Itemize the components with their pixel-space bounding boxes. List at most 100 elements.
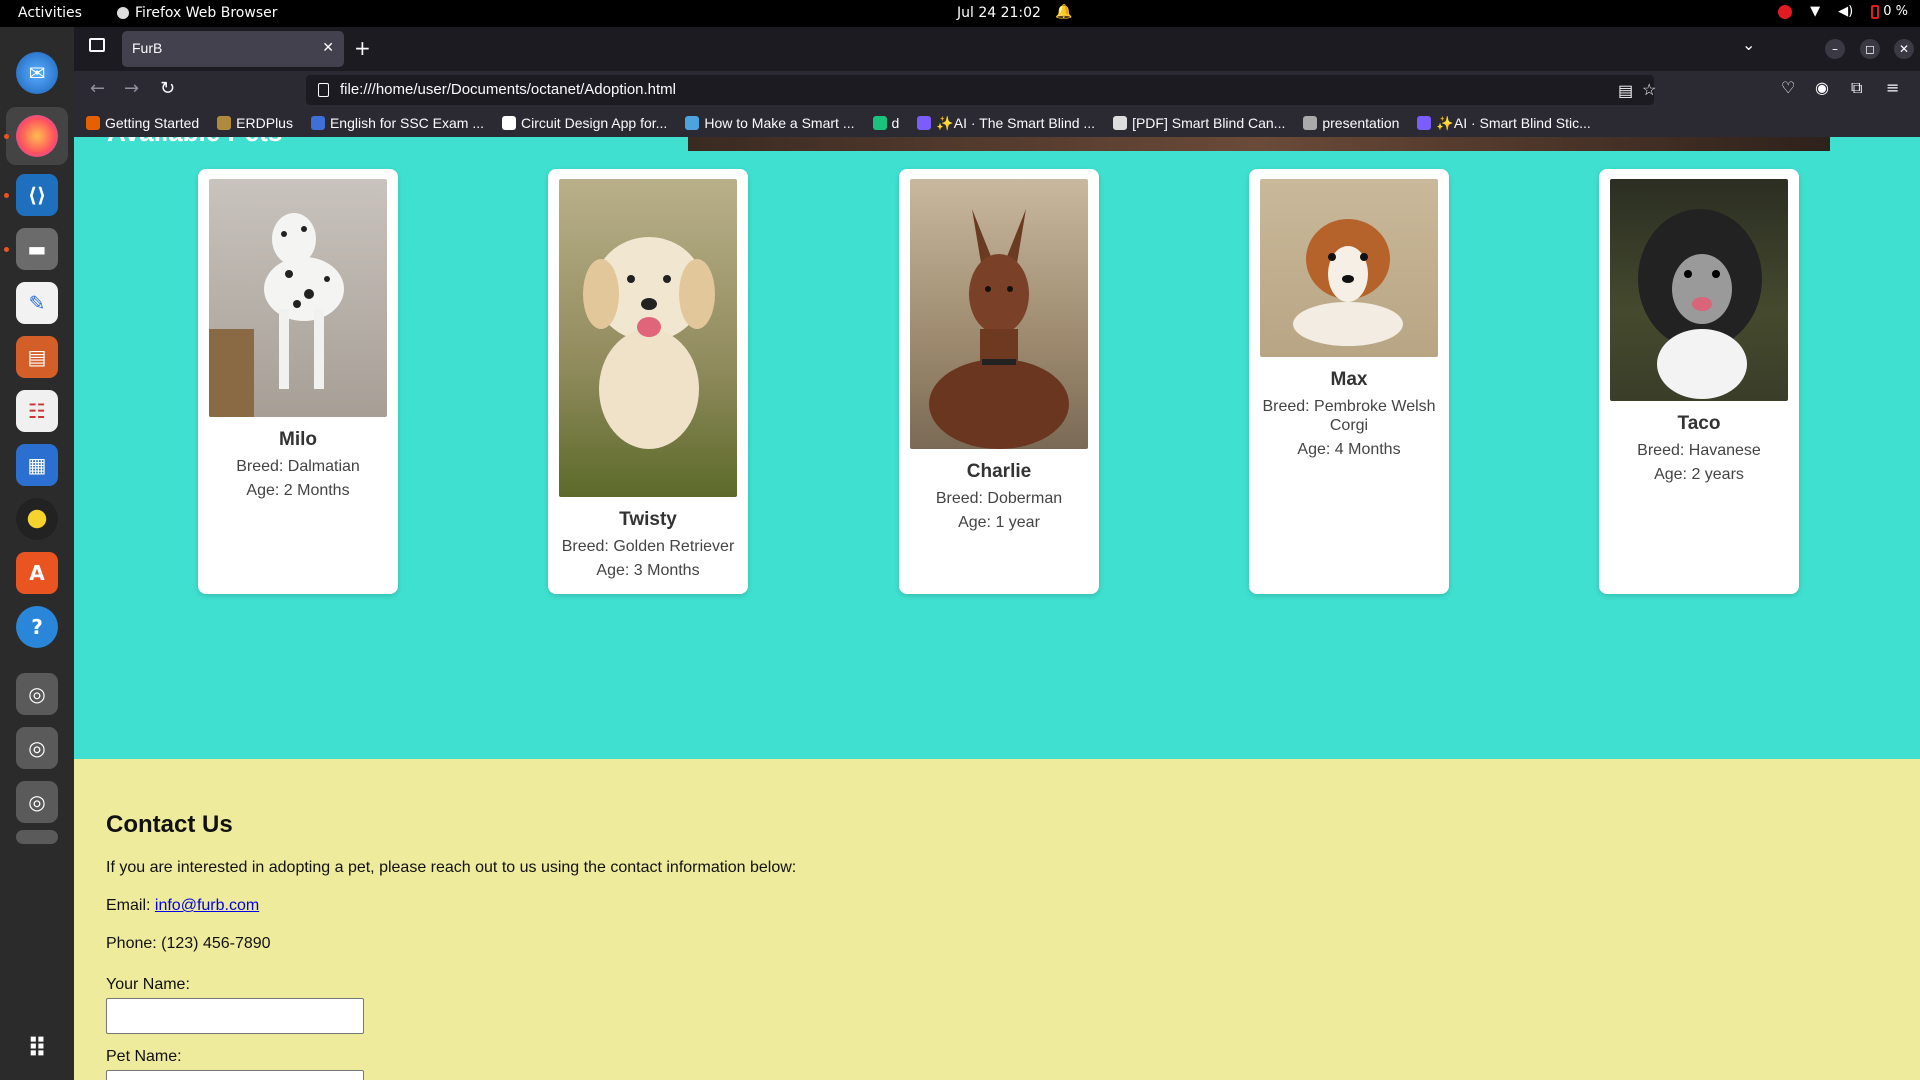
vscode-launcher[interactable]: ⟨⟩: [13, 171, 61, 219]
folder-icon: ▬: [16, 228, 58, 270]
hero-image-bottom: [688, 137, 1830, 151]
bookmark-star-icon[interactable]: ☆: [1642, 80, 1656, 100]
pet-age: Age: 4 Months: [1297, 441, 1401, 458]
extensions-icon[interactable]: ⧉: [1851, 78, 1862, 98]
list-tabs-chevron-icon[interactable]: ⌄: [1742, 35, 1755, 54]
help-icon: ?: [16, 606, 58, 648]
bookmark-favicon-icon: [310, 116, 325, 130]
pet-age: Age: 2 Months: [246, 482, 350, 499]
disk-icon: [16, 830, 58, 844]
url-bar[interactable]: file:///home/user/Documents/octanet/Adop…: [306, 75, 1656, 105]
pet-age: Age: 1 year: [958, 514, 1040, 531]
pet-age: Age: 3 Months: [596, 562, 700, 579]
app-center-launcher[interactable]: A: [13, 549, 61, 597]
writer-launcher[interactable]: ▦: [13, 441, 61, 489]
bookmark-item[interactable]: [PDF] Smart Blind Can...: [1113, 115, 1285, 131]
contact-section: Contact Us If you are interested in adop…: [74, 759, 1920, 1080]
bookmark-item[interactable]: d: [872, 115, 899, 131]
pet-name-label: Pet Name:: [106, 1048, 182, 1065]
disk-icon: ◎: [16, 727, 58, 769]
bookmark-item[interactable]: ✨AI · The Smart Blind ...: [917, 115, 1095, 132]
bookmark-favicon-icon: [1303, 116, 1318, 130]
disk-launcher-4[interactable]: [13, 827, 61, 847]
account-icon[interactable]: ◉: [1815, 78, 1829, 97]
email-link[interactable]: info@furb.com: [155, 897, 259, 914]
rhythmbox-launcher[interactable]: [13, 495, 61, 543]
firefox-launcher[interactable]: [6, 107, 68, 165]
menu-icon[interactable]: ≡: [1886, 78, 1899, 97]
dock: ✉ ⟨⟩ ▬ ✎ ▤ ☷ ▦ A ? ◎ ◎ ◎ ⠿: [0, 27, 74, 1080]
vscode-icon: ⟨⟩: [16, 174, 58, 216]
do-not-disturb-icon: [1778, 4, 1793, 19]
disk-icon: ◎: [16, 781, 58, 823]
bookmark-item[interactable]: How to Make a Smart ...: [685, 115, 855, 131]
bookmark-favicon-icon: [1417, 116, 1432, 130]
thunderbird-icon: ✉: [16, 52, 58, 94]
running-indicator: [4, 247, 9, 252]
system-tray[interactable]: ▼ ◀) 0 %: [1778, 4, 1908, 19]
disk-icon: ◎: [16, 673, 58, 715]
pet-photo: [1610, 179, 1788, 401]
bookmark-favicon-icon: [685, 116, 700, 130]
bookmark-label: Circuit Design App for...: [521, 115, 668, 131]
bookmark-item[interactable]: English for SSC Exam ...: [310, 115, 484, 131]
disk-launcher-3[interactable]: ◎: [13, 778, 61, 826]
volume-icon: ◀): [1838, 4, 1854, 19]
pet-breed: Breed: Golden Retriever: [561, 538, 735, 555]
bookmark-favicon-icon: [917, 116, 932, 130]
running-indicator: [4, 134, 9, 139]
minimize-button[interactable]: –: [1825, 39, 1845, 59]
clock[interactable]: Jul 24 21:02: [957, 5, 1041, 21]
tab-furb[interactable]: FurB ✕: [122, 31, 344, 67]
bookmark-item[interactable]: Circuit Design App for...: [502, 115, 667, 131]
pet-name: Twisty: [619, 509, 677, 530]
help-launcher[interactable]: ?: [13, 603, 61, 651]
pets-section: Available Pets Milo Breed: Dalma: [74, 137, 1920, 759]
your-name-label: Your Name:: [106, 976, 190, 993]
thunderbird-launcher[interactable]: ✉: [13, 49, 61, 97]
files-launcher[interactable]: ▬: [13, 225, 61, 273]
tab-title: FurB: [132, 40, 163, 56]
bookmark-item[interactable]: ✨AI · Smart Blind Stic...: [1417, 114, 1591, 132]
your-name-input[interactable]: [106, 998, 364, 1034]
bookmark-item[interactable]: Getting Started: [86, 115, 199, 131]
disk-launcher-2[interactable]: ◎: [13, 724, 61, 772]
pet-photo: [1260, 179, 1438, 357]
pet-age: Age: 2 years: [1654, 466, 1744, 483]
maximize-button[interactable]: ◻: [1860, 39, 1880, 59]
back-button[interactable]: ←: [90, 78, 105, 99]
pet-breed: Breed: Dalmatian: [236, 458, 360, 475]
pet-name: Taco: [1677, 413, 1721, 434]
presentation-icon: ▤: [16, 336, 58, 378]
close-window-button[interactable]: ✕: [1894, 39, 1914, 59]
url-text: file:///home/user/Documents/octanet/Adop…: [340, 81, 677, 98]
bookmark-label: ERDPlus: [236, 115, 293, 131]
forward-button[interactable]: →: [124, 78, 139, 99]
firefox-icon: [16, 115, 58, 157]
pet-name: Milo: [279, 429, 317, 450]
reader-view-icon[interactable]: ▤: [1618, 81, 1633, 101]
new-tab-button[interactable]: +: [354, 36, 371, 60]
impress-launcher[interactable]: ▤: [13, 333, 61, 381]
bookmark-item[interactable]: ERDPlus: [217, 115, 293, 131]
disk-launcher[interactable]: ◎: [13, 670, 61, 718]
bookmark-label: ✨AI · Smart Blind Stic...: [1436, 114, 1591, 131]
battery-percent: 0 %: [1883, 4, 1908, 19]
document-viewer-launcher[interactable]: ☷: [13, 387, 61, 435]
text-editor-launcher[interactable]: ✎: [13, 279, 61, 327]
bookmark-favicon-icon: [502, 116, 517, 130]
bookmark-favicon-icon: [1113, 116, 1128, 130]
firefox-view-icon[interactable]: [89, 38, 105, 52]
havanese-photo-icon: [1638, 209, 1762, 399]
reload-button[interactable]: ↻: [160, 78, 175, 99]
pet-card-max: Max Breed: Pembroke Welsh Corgi Age: 4 M…: [1249, 169, 1449, 594]
activities-button[interactable]: Activities: [18, 5, 82, 21]
bookmark-label: [PDF] Smart Blind Can...: [1132, 115, 1286, 131]
pocket-icon[interactable]: ♡: [1781, 78, 1795, 97]
show-apps-button[interactable]: ⠿: [13, 1025, 61, 1073]
pet-photo: [559, 179, 737, 497]
close-tab-icon[interactable]: ✕: [322, 39, 334, 56]
bookmark-item[interactable]: presentation: [1303, 115, 1399, 131]
app-menu[interactable]: Firefox Web Browser: [117, 5, 278, 21]
pet-name-input[interactable]: [106, 1070, 364, 1080]
